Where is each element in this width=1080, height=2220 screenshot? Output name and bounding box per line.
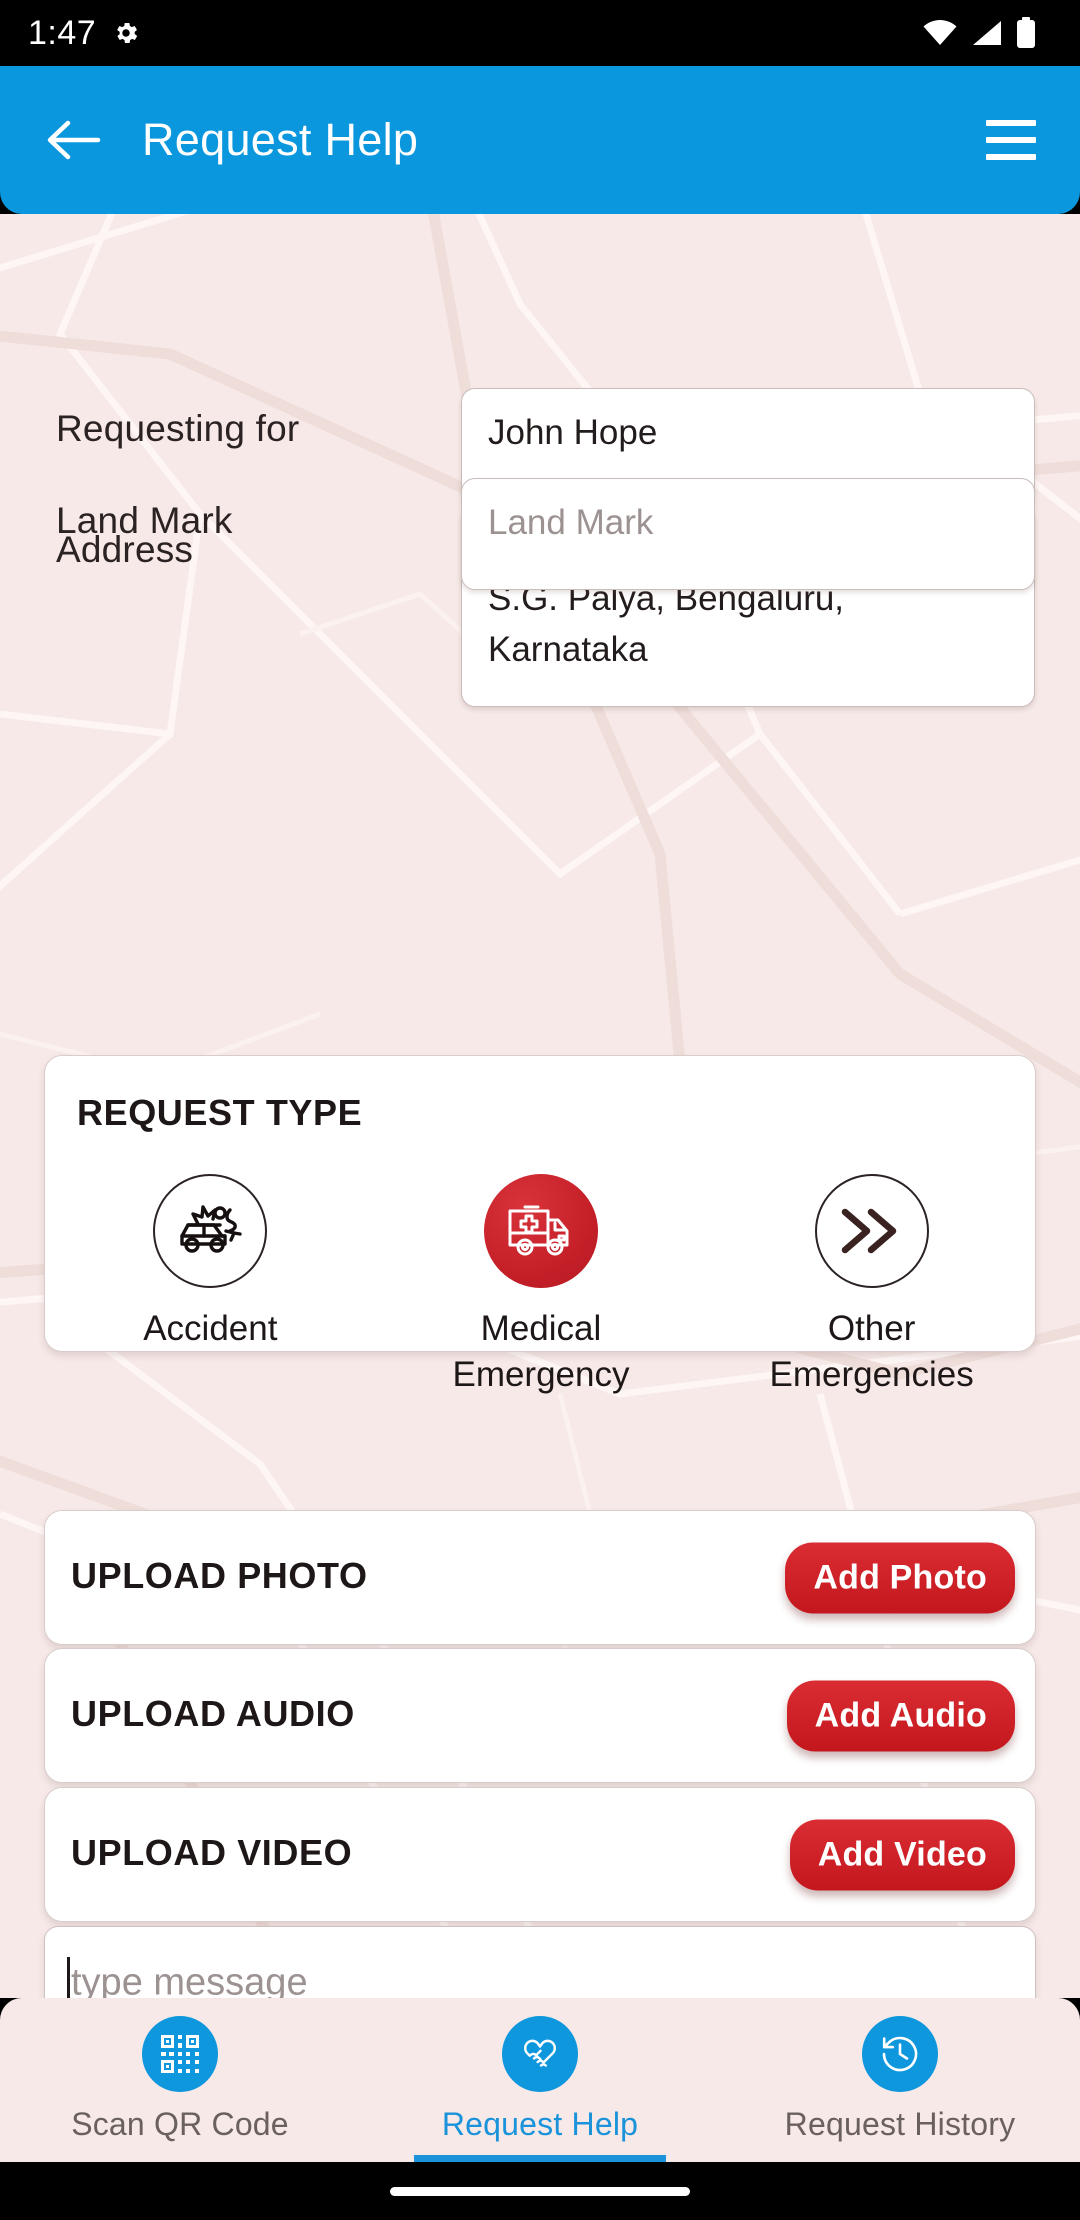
other-emergencies-icon-circle	[814, 1174, 929, 1288]
phone-screen: 1:47 Request Help Requesting for John Ho…	[0, 0, 1080, 2220]
car-crash-accident-icon	[180, 1205, 243, 1253]
other-emergencies-label: Other Emergencies	[769, 1309, 974, 1394]
request-type-options: Accident Medical Emergency Other Emergen…	[45, 1174, 1037, 1398]
nav-item-request-history[interactable]: Request History	[720, 1998, 1080, 2162]
upload-audio-title: UPLOAD AUDIO	[71, 1693, 355, 1734]
ambulance-icon	[508, 1205, 569, 1256]
upload-audio-card: UPLOAD AUDIO Add Audio	[44, 1648, 1036, 1783]
form-content: Requesting for John Hope Address Tank Bu…	[0, 214, 1080, 1998]
history-clock-icon-circle	[862, 2016, 938, 2092]
text-cursor	[67, 1957, 70, 1998]
request-type-option-accident[interactable]: Accident	[60, 1174, 360, 1352]
handshake-heart-icon-circle	[502, 2016, 578, 2092]
nav-label-scan-qr-code: Scan QR Code	[71, 2106, 289, 2142]
request-type-option-medical-emergency[interactable]: Medical Emergency	[391, 1174, 691, 1398]
back-button[interactable]	[26, 92, 122, 188]
accident-icon-circle	[153, 1174, 268, 1288]
add-audio-button[interactable]: Add Audio	[786, 1680, 1015, 1751]
nav-item-request-help[interactable]: Request Help	[360, 1998, 720, 2162]
request-type-card: REQUEST TYPE Accident Medical Emergency …	[44, 1055, 1036, 1394]
upload-photo-title: UPLOAD PHOTO	[71, 1555, 368, 1596]
qr-code-icon	[161, 2035, 199, 2073]
app-bar: Request Help	[0, 66, 1080, 214]
request-type-title: REQUEST TYPE	[77, 1092, 363, 1133]
back-arrow-icon	[47, 120, 101, 160]
medical-emergency-icon-circle	[483, 1174, 598, 1288]
bottom-navigation: Scan QR Code Request Help Request Histor…	[0, 1998, 1080, 2162]
upload-photo-card: UPLOAD PHOTO Add Photo	[44, 1510, 1036, 1645]
status-bar-left: 1:47	[28, 14, 140, 53]
gear-icon	[117, 22, 138, 44]
field-land-mark: Land Mark Land Mark	[0, 478, 1080, 590]
requesting-for-label: Requesting for	[56, 408, 300, 449]
cellular-signal-icon	[973, 21, 1001, 45]
system-gesture-bar	[0, 2162, 1080, 2220]
message-placeholder: type message	[71, 1961, 308, 1999]
battery-icon	[1017, 17, 1035, 48]
handshake-heart-icon	[524, 2039, 556, 2067]
nav-label-request-help: Request Help	[441, 2106, 639, 2142]
history-clock-icon	[882, 2036, 918, 2072]
upload-video-card: UPLOAD VIDEO Add Video	[44, 1787, 1036, 1922]
request-type-option-other-emergencies[interactable]: Other Emergencies	[722, 1174, 1022, 1398]
status-clock: 1:47	[28, 13, 97, 52]
add-video-button[interactable]: Add Video	[789, 1819, 1015, 1890]
land-mark-input[interactable]: Land Mark	[461, 478, 1035, 590]
active-tab-indicator	[414, 2155, 666, 2162]
hamburger-menu-icon[interactable]	[974, 103, 1048, 177]
nav-label-request-history: Request History	[784, 2106, 1016, 2142]
upload-video-title: UPLOAD VIDEO	[71, 1832, 353, 1873]
status-bar: 1:47	[0, 0, 1080, 66]
nav-item-scan-qr-code[interactable]: Scan QR Code	[0, 1998, 360, 2162]
land-mark-label: Land Mark	[56, 500, 233, 541]
status-bar-right	[922, 17, 1054, 49]
page-title: Request Help	[142, 114, 419, 165]
double-chevron-right-icon	[841, 1208, 896, 1254]
add-photo-button[interactable]: Add Photo	[785, 1542, 1015, 1613]
page-body: Requesting for John Hope Address Tank Bu…	[0, 214, 1080, 1998]
medical-emergency-label: Medical Emergency	[452, 1309, 630, 1394]
message-input[interactable]: type message	[44, 1926, 1036, 1998]
home-gesture-pill[interactable]	[390, 2186, 690, 2196]
wifi-icon	[923, 20, 957, 45]
qr-code-icon-circle	[142, 2016, 218, 2092]
accident-label: Accident	[143, 1309, 278, 1348]
